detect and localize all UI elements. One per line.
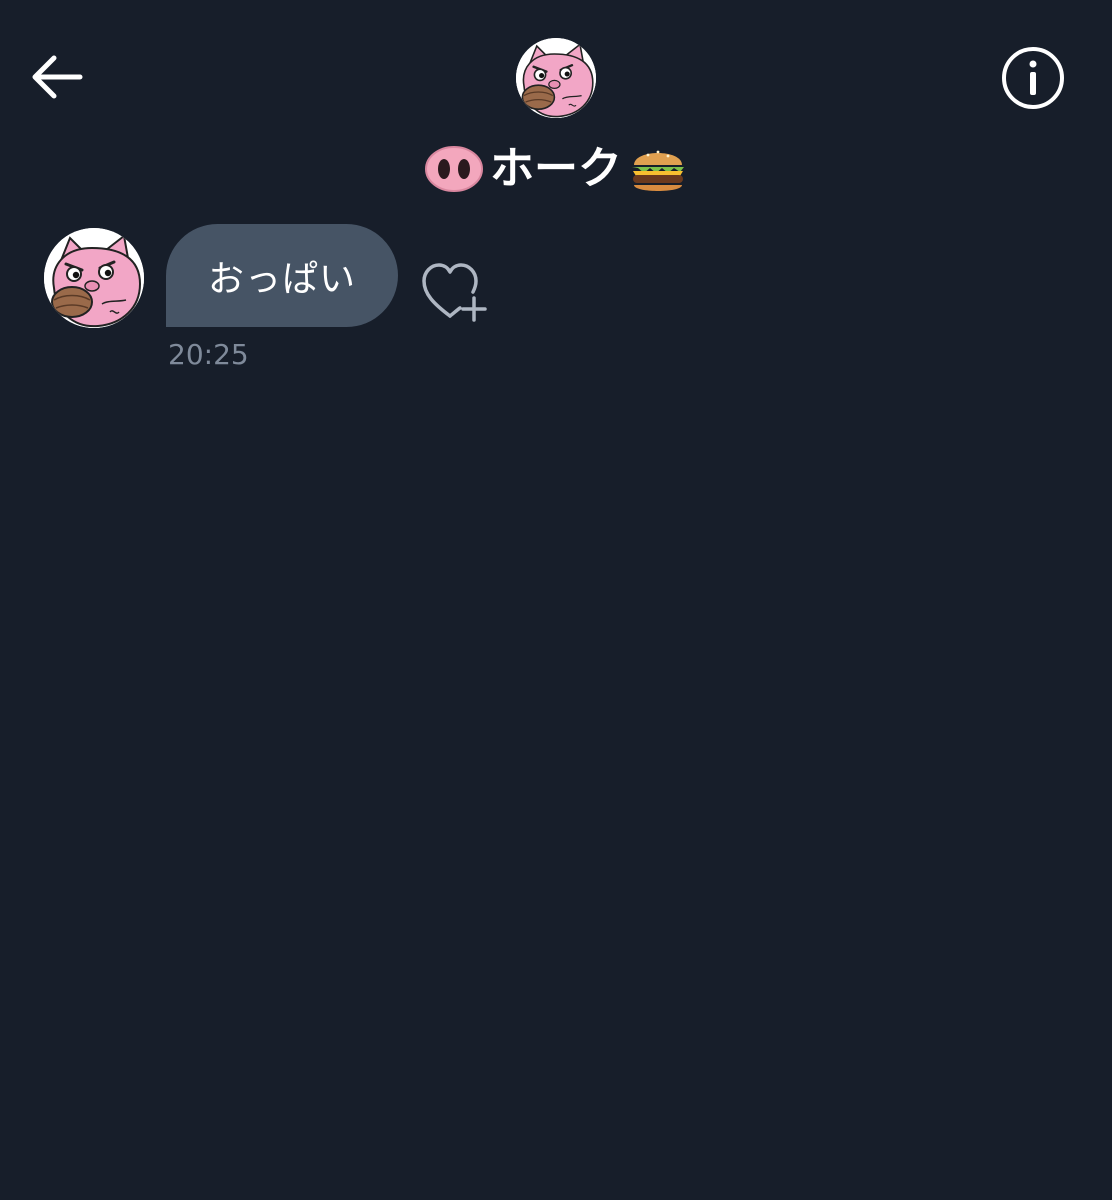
info-button[interactable] — [1000, 45, 1066, 111]
message-bubble[interactable]: おっぱい — [166, 224, 398, 327]
conversation-title[interactable]: ホーク — [420, 136, 692, 202]
back-button[interactable] — [26, 48, 90, 106]
hamburger-emoji-icon — [632, 150, 684, 191]
message-timestamp: 20:25 — [168, 338, 249, 371]
arrow-left-icon — [32, 55, 83, 99]
heart-plus-icon — [422, 263, 487, 322]
add-reaction-button[interactable] — [420, 260, 490, 324]
conversation-avatar[interactable] — [516, 38, 596, 118]
dm-conversation-screen: ホーク おっぱい 20:25 — [0, 0, 1112, 1200]
sender-avatar[interactable] — [44, 228, 144, 328]
message-text: おっぱい — [207, 258, 356, 300]
pig-avatar-icon — [44, 228, 144, 328]
info-circle-icon — [1002, 47, 1064, 109]
pig-avatar-icon — [516, 38, 596, 118]
pig-nose-emoji-icon — [425, 146, 483, 192]
conversation-title-text: ホーク — [490, 143, 622, 194]
